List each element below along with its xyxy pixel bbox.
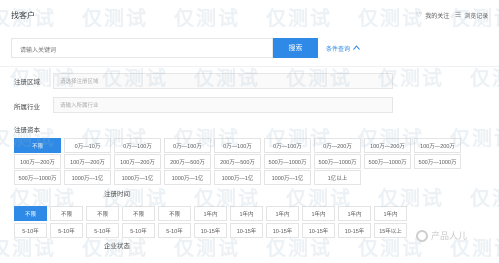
date-option[interactable]: 不限 (122, 206, 155, 221)
logo-icon (416, 229, 428, 242)
date-option[interactable]: 10-15年 (194, 223, 227, 238)
capital-option[interactable]: 1000万—1亿 (164, 170, 211, 185)
region-select[interactable]: 请选择注册区域 (53, 73, 393, 89)
capital-option[interactable]: 0万—100万 (264, 138, 311, 153)
date-option[interactable]: 不限 (14, 206, 47, 221)
logo: 产品人儿 (416, 229, 467, 242)
status-label: 企业状态 (104, 243, 130, 250)
my-follow-label: 我的关注 (425, 14, 450, 20)
industry-placeholder: 请输入所属行业 (60, 103, 99, 109)
capital-option[interactable]: 500万—1000万 (264, 154, 311, 169)
date-option[interactable]: 5-10年 (158, 223, 191, 238)
capital-option[interactable]: 0万—100万 (114, 138, 161, 153)
capital-option[interactable]: 1000万—1亿 (114, 170, 161, 185)
date-option[interactable]: 不限 (86, 206, 119, 221)
my-follow-link[interactable]: ♡ 我的关注 (416, 11, 449, 20)
capital-option[interactable]: 0万—200万 (314, 138, 361, 153)
date-option[interactable]: 5-10年 (122, 223, 155, 238)
date-option[interactable]: 不限 (158, 206, 191, 221)
capital-option[interactable]: 1000万—1亿 (264, 170, 311, 185)
logo-text: 产品人儿 (431, 231, 468, 241)
capital-option[interactable]: 0万—10万 (64, 138, 111, 153)
date-option[interactable]: 10-15年 (338, 223, 371, 238)
watermark-text: 仅测试 (470, 188, 499, 210)
search-box (11, 38, 273, 60)
capital-option[interactable]: 100万—200万 (64, 154, 111, 169)
date-option[interactable]: 10-15年 (230, 223, 263, 238)
date-option[interactable]: 不限 (50, 206, 83, 221)
capital-option[interactable]: 500万—1000万 (414, 154, 461, 169)
date-option[interactable]: 15年以上 (374, 223, 407, 238)
capital-option[interactable]: 100万—200万 (414, 138, 461, 153)
capital-option[interactable]: 不限 (14, 138, 61, 153)
capital-option[interactable]: 1000万—1亿 (64, 170, 111, 185)
date-option[interactable]: 1年内 (302, 206, 335, 221)
browse-history-label: 浏览记录 (464, 14, 489, 20)
region-placeholder: 请选择注册区域 (60, 79, 99, 85)
industry-field[interactable]: 请输入所属行业 (53, 97, 393, 113)
heart-icon: ♡ (416, 12, 423, 19)
date-option[interactable]: 5-10年 (86, 223, 119, 238)
history-icon: ☰ (455, 12, 462, 19)
page-title: 找客户 (11, 11, 35, 20)
capital-option[interactable]: 200万—500万 (214, 154, 261, 169)
conditions-toggle[interactable]: 条件查询 (326, 44, 360, 53)
date-option[interactable]: 1年内 (266, 206, 299, 221)
date-option[interactable]: 10-15年 (302, 223, 335, 238)
date-option[interactable]: 1年内 (194, 206, 227, 221)
capital-option[interactable]: 200万—500万 (164, 154, 211, 169)
capital-option[interactable]: 1000万—1亿 (214, 170, 261, 185)
capital-option[interactable]: 100万—200万 (114, 154, 161, 169)
conditions-toggle-label: 条件查询 (326, 47, 351, 53)
capital-option[interactable]: 500万—1000万 (14, 170, 61, 185)
date-option[interactable]: 5-10年 (50, 223, 83, 238)
capital-option[interactable]: 0万—100万 (164, 138, 211, 153)
capital-option[interactable]: 0万—100万 (214, 138, 261, 153)
divider (0, 66, 499, 67)
region-label: 注册区域 (14, 79, 40, 86)
capital-option[interactable]: 500万—1000万 (364, 154, 411, 169)
capital-option[interactable]: 100万—200万 (14, 154, 61, 169)
search-input[interactable] (12, 42, 272, 60)
capital-option[interactable]: 1亿以上 (314, 170, 361, 185)
capital-label: 注册资本 (14, 127, 40, 134)
date-option[interactable]: 1年内 (374, 206, 407, 221)
date-option[interactable]: 10-15年 (266, 223, 299, 238)
capital-option[interactable]: 100万—200万 (364, 138, 411, 153)
date-option[interactable]: 5-10年 (14, 223, 47, 238)
date-option[interactable]: 1年内 (338, 206, 371, 221)
industry-label: 所属行业 (14, 104, 40, 111)
search-button[interactable]: 搜索 (273, 38, 318, 58)
date-option[interactable]: 1年内 (230, 206, 263, 221)
date-label: 注册时间 (104, 191, 130, 198)
capital-option[interactable]: 500万—1000万 (314, 154, 361, 169)
browse-history-link[interactable]: ☰ 浏览记录 (455, 11, 488, 20)
chevron-up-icon (353, 45, 360, 52)
